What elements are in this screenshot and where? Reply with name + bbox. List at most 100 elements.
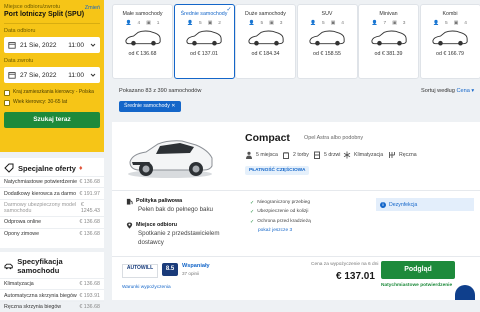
rating-word[interactable]: Wspaniały	[182, 263, 210, 269]
gearbox-spec: Ręczna	[388, 151, 417, 159]
tab-car-category[interactable]: Minivan👤7▣3od € 381.39	[358, 4, 419, 79]
tab-bags: 1	[157, 21, 160, 26]
tab-title: Kombi	[421, 11, 480, 17]
tab-price: od € 136.68	[113, 51, 172, 57]
spec-price: € 136.68	[79, 304, 100, 310]
offer-row[interactable]: Darmowy ubezpieczony model samochodu€ 12…	[0, 199, 104, 216]
disinfection-info[interactable]: i Dezynfekcja	[376, 198, 474, 211]
view-deal-button[interactable]: Podgląd	[381, 261, 455, 279]
close-icon[interactable]: ✓	[226, 6, 231, 13]
person-icon: 👤	[249, 21, 255, 26]
car-image	[124, 132, 216, 180]
offer-price: € 136.68	[79, 219, 100, 225]
divider	[4, 23, 100, 24]
pickup-date-value: 21 Sie, 2022	[20, 42, 57, 49]
car-silhouette-icon	[246, 29, 286, 46]
spec-row[interactable]: Automatyczna skrzynia biegów€ 193.91	[0, 289, 104, 300]
driver-age-label: Wiek kierowcy: 30-65 lat	[13, 99, 67, 105]
tab-price: od € 381.39	[359, 51, 418, 57]
car-specs-box: Specyfikacja samochodu Klimatyzacja € 136…	[0, 252, 104, 300]
active-filter-chip[interactable]: Średnie samochody ✕	[119, 101, 181, 112]
driver-age-checkbox[interactable]: Wiek kierowcy: 30-65 lat	[4, 99, 100, 106]
spec-row[interactable]: Klimatyzacja € 136.68	[0, 278, 104, 289]
driver-country-label: Kraj zamieszkania kierowcy - Polska	[13, 89, 94, 95]
car-silhouette-icon	[307, 29, 347, 46]
person-icon	[245, 151, 253, 159]
return-date-field[interactable]: 27 Sie, 2022 11:00	[4, 67, 100, 83]
driver-country-checkbox[interactable]: Kraj zamieszkania kierowcy - Polska	[4, 89, 100, 96]
price-note: Cena za wypożyczenie na 6 dni	[311, 262, 378, 267]
tab-bags: 3	[280, 21, 283, 26]
luggage-icon: ▣	[331, 21, 336, 26]
special-offers-box: Specjalne oferty ♦ Natychmiastowe potwie…	[0, 158, 104, 248]
offer-label: Natychmiastowe potwierdzenie	[4, 179, 77, 185]
car-silhouette-icon	[369, 29, 409, 46]
checkbox-box[interactable]	[4, 100, 10, 106]
location-pin-icon	[126, 222, 133, 229]
tab-car-category[interactable]: SUV👤5▣4od € 158.55	[297, 4, 358, 79]
car-silhouette-icon	[430, 29, 470, 46]
rental-terms-link[interactable]: Warunki wypożyczenia	[122, 285, 171, 290]
car-silhouette-icon	[123, 29, 163, 46]
tab-capacity: 👤5▣4	[421, 21, 480, 26]
offer-row[interactable]: Natychmiastowe potwierdzenie€ 136.68	[0, 176, 104, 187]
change-location-link[interactable]: Zmień	[85, 5, 100, 11]
offer-price: € 136.68	[79, 179, 100, 185]
offer-price: € 1245.43	[81, 202, 100, 214]
ac-spec: Klimatyzacja	[343, 151, 383, 159]
result-card: Compact Opel Astra albo podobny 5 miejsc…	[112, 122, 480, 300]
person-icon: 👤	[372, 21, 378, 26]
tab-title: Małe samochody	[113, 11, 172, 17]
tab-seats: 7	[384, 21, 387, 26]
return-time-value[interactable]: 11:00	[68, 72, 84, 79]
chat-widget-button[interactable]	[455, 285, 475, 300]
offer-row[interactable]: Dodatkowy kierowca za darmo€ 191.97	[0, 187, 104, 198]
show-more-link[interactable]: pokaż jeszcze 3	[258, 228, 365, 234]
tab-car-category[interactable]: Duże samochody👤5▣3od € 184.34	[235, 4, 296, 79]
feature-label: Ochrona przed kradzieżą	[257, 219, 311, 225]
tab-seats: 5	[199, 21, 202, 26]
tab-seats: 5	[261, 21, 264, 26]
divider	[112, 190, 480, 191]
sort-label: Sortuj według	[421, 88, 455, 94]
offer-price: € 191.97	[79, 191, 100, 197]
sort-control[interactable]: Sortuj według Cena ▾	[421, 88, 474, 94]
luggage-icon	[282, 151, 290, 159]
tab-car-category[interactable]: Małe samochody👤4▣1od € 136.68	[112, 4, 173, 79]
divider	[112, 256, 480, 257]
checkbox-box[interactable]	[4, 90, 10, 96]
offer-row[interactable]: Opony zimowe€ 136.68	[0, 228, 104, 239]
car-specs-header: Specyfikacja samochodu	[0, 252, 104, 278]
pickup-date-field[interactable]: 21 Sie, 2022 11:00	[4, 37, 100, 53]
spec-price: € 193.91	[79, 293, 100, 299]
check-icon: ✓	[250, 219, 254, 226]
bags-spec: 2 torby	[282, 151, 309, 159]
supplier-logo: AUTOWILL	[122, 264, 158, 278]
disinfection-label: Dezynfekcja	[389, 202, 417, 208]
spec-price: € 136.68	[79, 281, 100, 287]
instant-confirmation-label: Natychmiastowe potwierdzenie	[381, 283, 452, 288]
pickup-time-value[interactable]: 11:00	[68, 42, 84, 49]
spec-label: Klimatyzacja	[4, 281, 34, 287]
feature-item: ✓Ubezpieczenie od kolizji	[250, 209, 365, 216]
tab-car-category[interactable]: Kombi👤5▣4od € 166.79	[420, 4, 480, 79]
tab-title: Średnie samochody	[175, 11, 234, 17]
luggage-icon: ▣	[392, 21, 397, 26]
offer-label: Dodatkowy kierowca za darmo	[4, 191, 76, 197]
snowflake-icon	[343, 151, 351, 159]
chevron-down-icon	[90, 72, 96, 78]
chevron-down-icon	[90, 42, 96, 48]
sort-value[interactable]: Cena	[456, 88, 469, 94]
spec-label: Automatyczna skrzynia biegów	[4, 293, 77, 299]
search-button[interactable]: Szukaj teraz	[4, 112, 100, 128]
special-offers-header: Specjalne oferty ♦	[0, 158, 104, 176]
offer-row[interactable]: Odprowa online€ 136.68	[0, 216, 104, 227]
gearbox-icon	[388, 151, 396, 159]
door-icon	[313, 151, 321, 159]
rating-count: 37 opinii	[182, 271, 199, 276]
tab-bags: 4	[464, 21, 467, 26]
spec-row[interactable]: Ręczna skrzynia biegów€ 136.68	[0, 301, 104, 312]
pickup-location[interactable]: Port lotniczy Split (SPU)	[4, 11, 100, 18]
person-icon: 👤	[310, 21, 316, 26]
tab-car-category[interactable]: Średnie samochody👤5▣2od € 137.01✓	[174, 4, 235, 79]
